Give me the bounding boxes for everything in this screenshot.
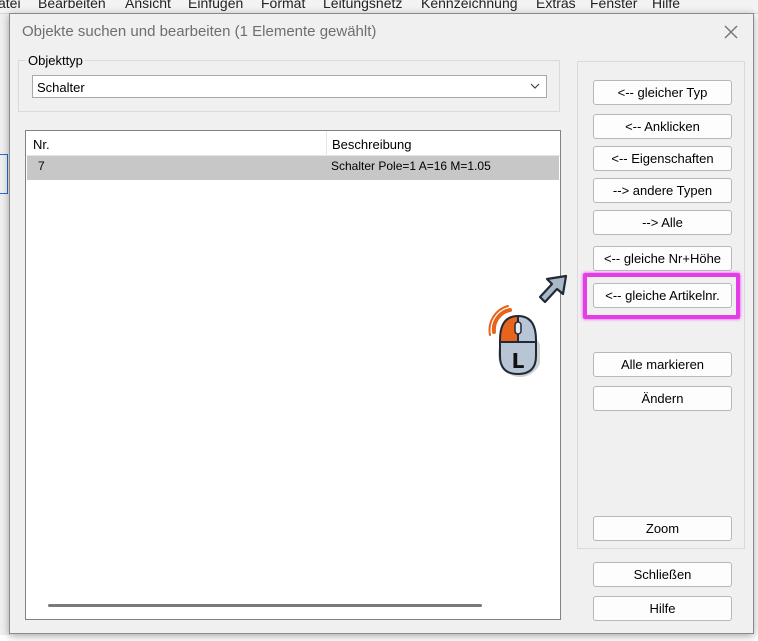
alle-markieren-button[interactable]: Alle markieren — [593, 352, 732, 377]
column-header-beschreibung[interactable]: Beschreibung — [332, 137, 412, 152]
objekttyp-select[interactable]: Schalter — [32, 75, 547, 98]
zoom-button[interactable]: Zoom — [593, 516, 732, 541]
column-header-nr[interactable]: Nr. — [33, 137, 50, 152]
chevron-down-icon — [530, 83, 540, 89]
background-control — [0, 154, 8, 194]
search-edit-dialog: Objekte suchen und bearbeiten (1 Element… — [9, 13, 754, 634]
close-icon[interactable] — [719, 20, 743, 44]
app-menubar: atei Bearbeiten Ansicht Einfügen Format … — [0, 0, 758, 14]
gleiche-nr-hoehe-button[interactable]: <-- gleiche Nr+Höhe — [593, 246, 732, 271]
dialog-titlebar: Objekte suchen und bearbeiten (1 Element… — [10, 14, 753, 50]
menu-ansicht[interactable]: Ansicht — [125, 0, 171, 11]
objekttyp-selected-value: Schalter — [37, 80, 85, 95]
schliessen-button[interactable]: Schließen — [593, 562, 732, 587]
dialog-title: Objekte suchen und bearbeiten (1 Element… — [22, 23, 377, 40]
gleiche-artikelnr-button[interactable]: <-- gleiche Artikelnr. — [593, 283, 732, 308]
menu-hilfe[interactable]: Hilfe — [652, 0, 680, 11]
menu-einfuegen[interactable]: Einfügen — [188, 0, 243, 11]
gleicher-typ-button[interactable]: <-- gleicher Typ — [593, 80, 732, 105]
eigenschaften-button[interactable]: <-- Eigenschaften — [593, 146, 732, 171]
anklicken-button[interactable]: <-- Anklicken — [593, 114, 732, 139]
menu-format[interactable]: Format — [261, 0, 305, 11]
background-app-bottom — [0, 635, 758, 641]
andere-typen-button[interactable]: --> andere Typen — [593, 178, 732, 203]
menu-leitungsnetz[interactable]: Leitungsnetz — [323, 0, 402, 11]
menu-bearbeiten[interactable]: Bearbeiten — [38, 0, 106, 11]
list-row[interactable]: 7 Schalter Pole=1 A=16 M=1.05 — [27, 156, 559, 180]
row-nr: 7 — [38, 159, 45, 173]
objekttyp-label: Objekttyp — [26, 53, 85, 68]
list-header: Nr. Beschreibung — [26, 131, 560, 156]
row-beschreibung: Schalter Pole=1 A=16 M=1.05 — [331, 159, 491, 173]
menu-kennzeichnung[interactable]: Kennzeichnung — [421, 0, 518, 11]
menu-fenster[interactable]: Fenster — [590, 0, 637, 11]
left-mouse-click-icon: L — [488, 305, 540, 377]
horizontal-scrollbar[interactable] — [48, 604, 482, 607]
menu-datei[interactable]: atei — [0, 0, 21, 11]
hilfe-button[interactable]: Hilfe — [593, 596, 732, 621]
column-separator[interactable] — [326, 131, 327, 155]
menu-extras[interactable]: Extras — [536, 0, 576, 11]
aendern-button[interactable]: Ändern — [593, 386, 732, 411]
pointer-arrow-icon — [538, 274, 568, 304]
result-list[interactable]: Nr. Beschreibung 7 Schalter Pole=1 A=16 … — [25, 130, 561, 620]
mouse-button-letter: L — [512, 349, 525, 373]
alle-button[interactable]: --> Alle — [593, 210, 732, 235]
